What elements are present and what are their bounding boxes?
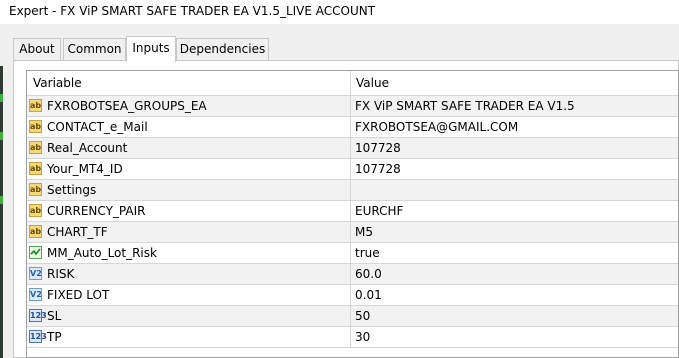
double-type-icon: V2 — [29, 267, 42, 280]
column-divider — [350, 96, 351, 117]
tab-dependencies[interactable]: Dependencies — [176, 38, 269, 60]
variable-value[interactable]: FX ViP SMART SAFE TRADER EA V1.5 — [355, 99, 575, 113]
column-divider — [350, 180, 351, 201]
column-divider — [350, 243, 351, 264]
column-divider — [350, 117, 351, 138]
background-chart-edge — [0, 66, 3, 358]
variable-name: TP — [47, 330, 62, 344]
double-type-icon: V2 — [29, 288, 42, 301]
variable-value[interactable]: 0.01 — [355, 288, 382, 302]
string-type-icon: ab — [29, 99, 42, 112]
window-title: Expert - FX ViP SMART SAFE TRADER EA V1.… — [9, 4, 376, 18]
variable-name: FIXED LOT — [47, 288, 110, 302]
variable-name: CURRENCY_PAIR — [47, 204, 146, 218]
variable-name: CHART_TF — [47, 225, 108, 239]
variable-name: SL — [47, 309, 62, 323]
table-row[interactable]: ab Your_MT4_ID 107728 — [27, 159, 678, 180]
column-divider — [350, 222, 351, 243]
variable-name: Your_MT4_ID — [47, 162, 123, 176]
table-row[interactable]: ab CHART_TF M5 — [27, 222, 678, 243]
variable-value[interactable]: 107728 — [355, 162, 401, 176]
column-divider — [350, 285, 351, 306]
table-row[interactable]: MM_Auto_Lot_Risk true — [27, 243, 678, 264]
column-header-value[interactable]: Value — [356, 76, 389, 90]
variable-name: Real_Account — [47, 141, 128, 155]
string-type-icon: ab — [29, 120, 42, 133]
tab-inputs[interactable]: Inputs — [126, 36, 176, 62]
table-row[interactable]: ab Real_Account 107728 — [27, 138, 678, 159]
table-row[interactable]: ab FXROBOTSEA_GROUPS_EA FX ViP SMART SAFE … — [27, 96, 678, 117]
chart-candle — [0, 196, 3, 204]
string-type-icon: ab — [29, 204, 42, 217]
table-header: Variable Value — [27, 71, 678, 96]
int-type-icon: 123 — [29, 309, 47, 322]
chart-candle — [0, 132, 3, 140]
table-row[interactable]: 123 SL 50 — [27, 306, 678, 327]
column-divider — [350, 159, 351, 180]
variable-value[interactable]: M5 — [355, 225, 373, 239]
variable-value[interactable]: 30 — [355, 330, 370, 344]
table-row[interactable]: V2 RISK 60.0 — [27, 264, 678, 285]
inputs-table: Variable Value ab FXROBOTSEA_GROUPS_EA FX … — [26, 70, 679, 358]
column-divider — [350, 201, 351, 222]
table-row[interactable]: ab CONTACT_e_Mail FXROBOTSEA@GMAIL.COM — [27, 117, 678, 138]
variable-name: RISK — [47, 267, 75, 281]
variable-value[interactable]: 60.0 — [355, 267, 382, 281]
column-divider — [350, 264, 351, 285]
title-bar: Expert - FX ViP SMART SAFE TRADER EA V1.… — [0, 0, 679, 24]
column-divider — [350, 306, 351, 327]
variable-value[interactable]: FXROBOTSEA@GMAIL.COM — [355, 120, 518, 134]
string-type-icon: ab — [29, 183, 42, 196]
table-row[interactable]: ab CURRENCY_PAIR EURCHF — [27, 201, 678, 222]
string-type-icon: ab — [29, 225, 42, 238]
column-divider[interactable] — [350, 71, 351, 95]
table-row[interactable]: ab Settings — [27, 180, 678, 201]
table-row[interactable]: V2 FIXED LOT 0.01 — [27, 285, 678, 306]
variable-name: FXROBOTSEA_GROUPS_EA — [47, 99, 207, 113]
variable-value[interactable]: true — [355, 246, 380, 260]
chart-candle — [0, 94, 3, 102]
column-divider — [350, 327, 351, 348]
table-row[interactable]: 123 TP 30 — [27, 327, 678, 348]
int-type-icon: 123 — [29, 330, 47, 343]
tab-common[interactable]: Common — [63, 38, 126, 60]
variable-name: MM_Auto_Lot_Risk — [47, 246, 157, 260]
column-divider — [350, 138, 351, 159]
variable-name: Settings — [47, 183, 97, 197]
column-header-variable[interactable]: Variable — [33, 76, 82, 90]
variable-name: CONTACT_e_Mail — [47, 120, 148, 134]
tab-about[interactable]: About — [13, 38, 61, 60]
variable-value[interactable]: 50 — [355, 309, 370, 323]
variable-value[interactable]: EURCHF — [355, 204, 403, 218]
variable-value[interactable]: 107728 — [355, 141, 401, 155]
string-type-icon: ab — [29, 141, 42, 154]
string-type-icon: ab — [29, 162, 42, 175]
bool-type-icon — [29, 246, 42, 259]
